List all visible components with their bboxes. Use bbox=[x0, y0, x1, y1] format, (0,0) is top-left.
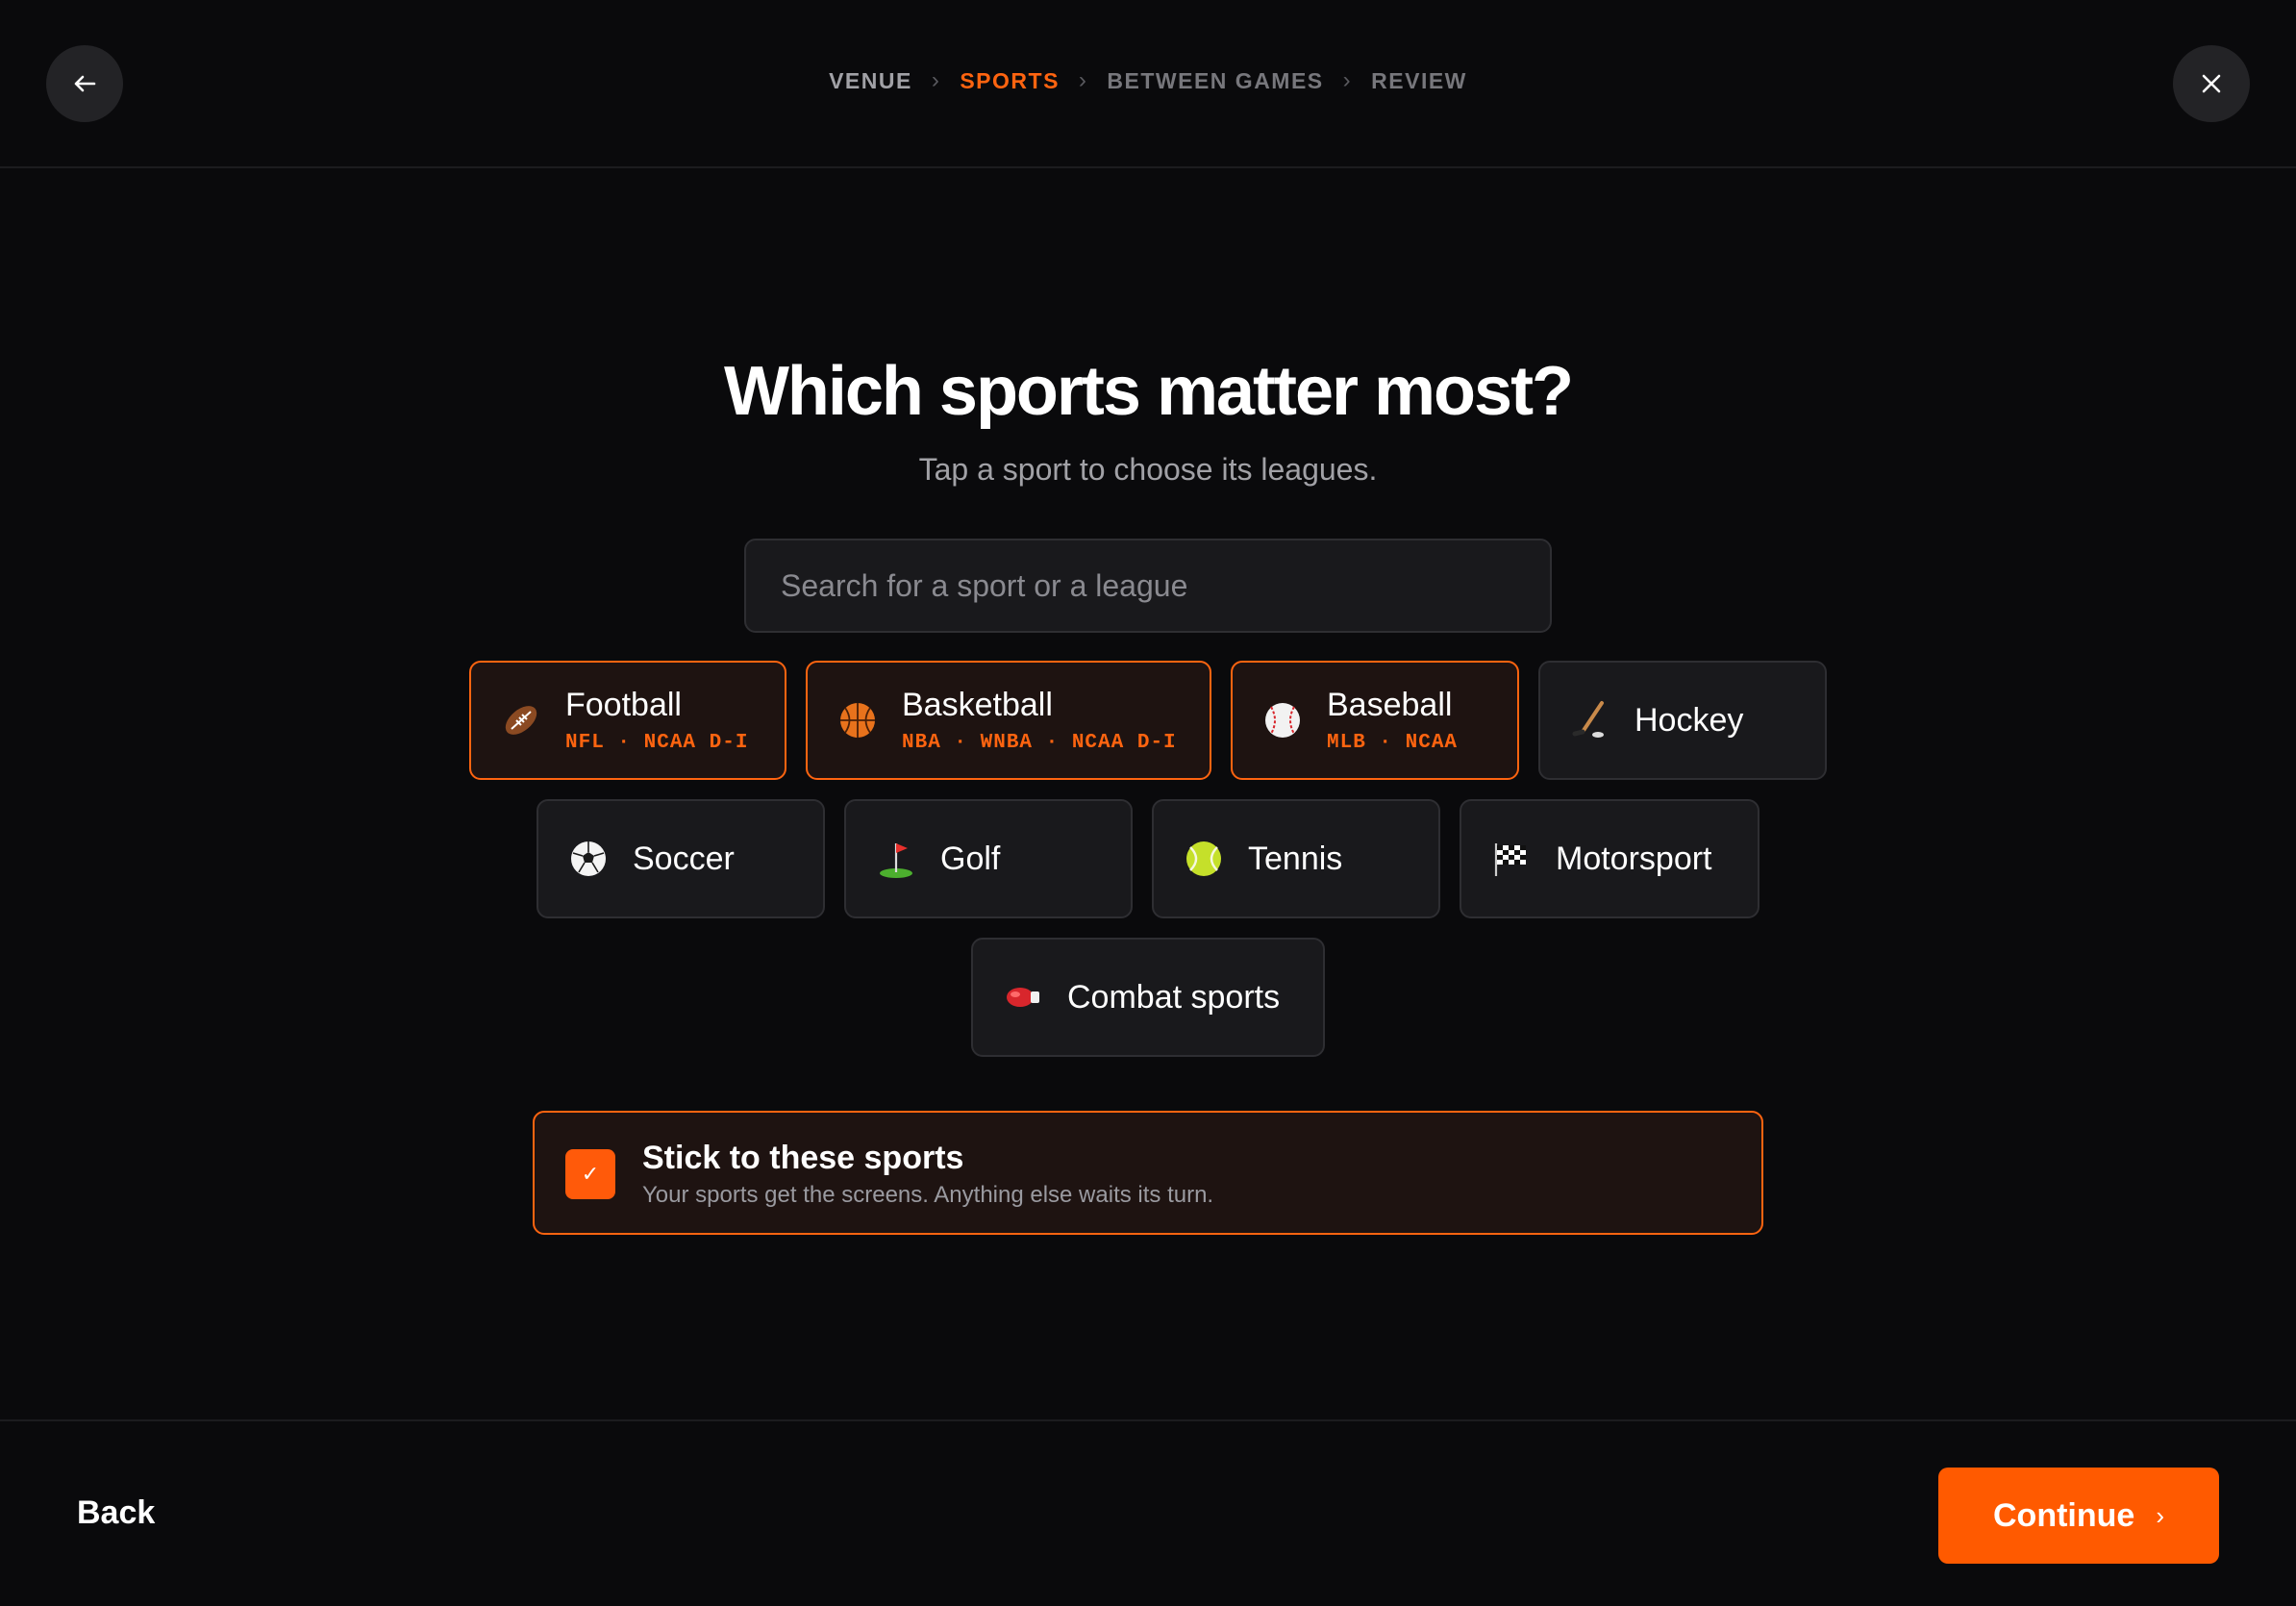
sport-leagues: MLB · NCAA bbox=[1327, 732, 1459, 754]
step-venue[interactable]: VENUE bbox=[829, 68, 912, 94]
close-icon bbox=[2202, 74, 2221, 93]
sport-name: Soccer bbox=[633, 840, 735, 877]
boxing-glove-icon bbox=[1002, 976, 1044, 1018]
sport-chip-soccer[interactable]: Soccer bbox=[537, 799, 825, 918]
sport-chip-football[interactable]: Football NFL · NCAA D-I bbox=[469, 661, 786, 780]
sport-chip-golf[interactable]: Golf bbox=[844, 799, 1133, 918]
sport-name: Golf bbox=[940, 840, 1001, 877]
chevron-right-icon: › bbox=[1342, 67, 1353, 93]
baseball-icon bbox=[1261, 699, 1304, 741]
sport-chip-combat-sports[interactable]: Combat sports bbox=[971, 938, 1325, 1057]
search-input[interactable] bbox=[781, 567, 1515, 604]
sport-name: Tennis bbox=[1248, 840, 1343, 877]
sport-chip-hockey[interactable]: Hockey bbox=[1538, 661, 1827, 780]
golf-flag-icon bbox=[875, 838, 917, 880]
football-icon bbox=[500, 699, 542, 741]
page-subtitle: Tap a sport to choose its leagues. bbox=[918, 452, 1378, 487]
checkbox-checked-icon[interactable]: ✓ bbox=[565, 1149, 615, 1199]
page-title: Which sports matter most? bbox=[723, 353, 1574, 430]
sport-chip-baseball[interactable]: Baseball MLB · NCAA bbox=[1231, 661, 1519, 780]
sport-name: Motorsport bbox=[1556, 840, 1712, 877]
stick-to-sports-option[interactable]: ✓ Stick to these sports Your sports get … bbox=[533, 1111, 1763, 1235]
step-review[interactable]: REVIEW bbox=[1371, 68, 1467, 94]
sport-name: Combat sports bbox=[1067, 978, 1281, 1016]
soccer-ball-icon bbox=[567, 838, 610, 880]
sport-chip-basketball[interactable]: Basketball NBA · WNBA · NCAA D-I bbox=[806, 661, 1211, 780]
sport-name: Football bbox=[565, 687, 682, 723]
chevron-right-icon: › bbox=[931, 67, 941, 93]
stick-title: Stick to these sports bbox=[642, 1140, 964, 1176]
sport-name: Basketball bbox=[902, 687, 1053, 723]
continue-button[interactable]: Continue › bbox=[1938, 1468, 2219, 1564]
step-sports[interactable]: SPORTS bbox=[960, 68, 1060, 94]
tennis-ball-icon bbox=[1183, 838, 1225, 880]
sport-chip-tennis[interactable]: Tennis bbox=[1152, 799, 1440, 918]
chevron-right-icon: › bbox=[2156, 1500, 2164, 1530]
checkered-flag-icon bbox=[1490, 838, 1533, 880]
back-button[interactable]: Back bbox=[77, 1494, 155, 1532]
step-breadcrumb: VENUE › SPORTS › BETWEEN GAMES › REVIEW bbox=[0, 67, 2296, 94]
sport-leagues: NFL · NCAA D-I bbox=[565, 732, 749, 754]
close-button[interactable] bbox=[2173, 45, 2250, 122]
search-box[interactable] bbox=[744, 539, 1552, 633]
sport-chip-motorsport[interactable]: Motorsport bbox=[1460, 799, 1759, 918]
chevron-right-icon: › bbox=[1078, 67, 1088, 93]
step-between-games[interactable]: BETWEEN GAMES bbox=[1107, 68, 1323, 94]
wizard-footer: Back Continue › bbox=[0, 1419, 2296, 1606]
basketball-icon bbox=[836, 699, 879, 741]
continue-label: Continue bbox=[1993, 1496, 2135, 1534]
hockey-stick-icon bbox=[1569, 699, 1611, 741]
sport-leagues: NBA · WNBA · NCAA D-I bbox=[902, 732, 1177, 754]
sport-name: Baseball bbox=[1327, 687, 1453, 723]
sport-name: Hockey bbox=[1635, 701, 1744, 739]
sports-selection-page: VENUE › SPORTS › BETWEEN GAMES › REVIEW … bbox=[0, 0, 2296, 1606]
wizard-header: VENUE › SPORTS › BETWEEN GAMES › REVIEW bbox=[0, 0, 2296, 168]
stick-description: Your sports get the screens. Anything el… bbox=[642, 1182, 1214, 1208]
